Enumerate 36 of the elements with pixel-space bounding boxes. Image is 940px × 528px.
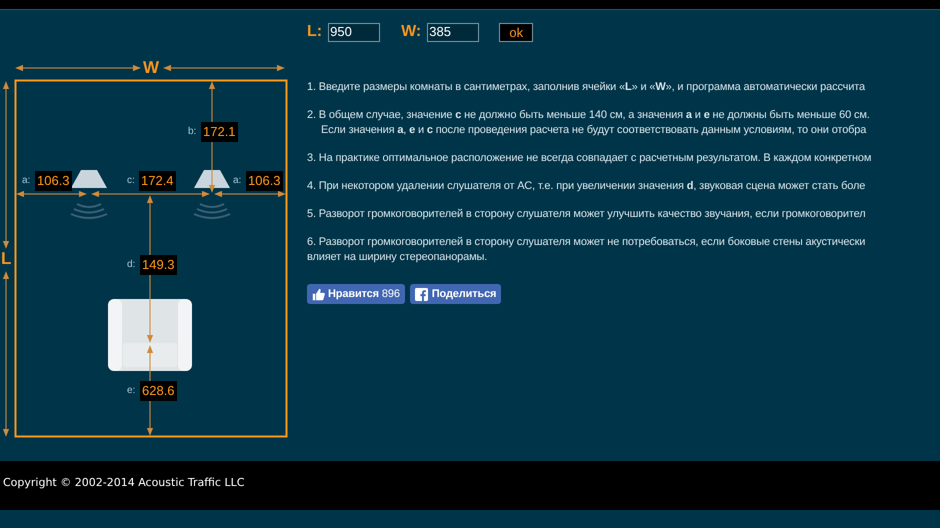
- share-button[interactable]: Поделиться: [410, 284, 502, 304]
- length-label: L: [1, 249, 12, 269]
- instruction-text: 1. Введите размеры комнаты в сантиметрах, заполнив ячейки «L» и «W», и программа автоматически рассчита: [307, 80, 866, 95]
- measurement-value: 172.1: [201, 122, 238, 142]
- field-label: W:: [401, 22, 422, 42]
- instruction-text: 3. На практике оптимальное расположение не всегда совпадает с расчетным результатом. В каждом конкретном: [307, 151, 872, 166]
- input-field[interactable]: 385: [427, 22, 480, 42]
- instruction-text: 2. В общем случае, значение c не должно быть меньше 140 см, а значения a и e не должны быть меньше 60 см.: [307, 108, 871, 123]
- instruction-text: 6. Разворот громкоговорителей в сторону слушателя может не потребоваться, если боковые стены акустически: [307, 235, 866, 250]
- measurement-value: 628.6: [140, 381, 177, 401]
- field-label: L:: [307, 22, 322, 42]
- measurement-value: 172.4: [139, 171, 176, 191]
- instruction-text: влияет на ширину стереопанорамы.: [307, 250, 488, 265]
- instruction-text: Если значения a, e и c после проведения расчета не будут соответствовать данным условиям, то они отобра: [320, 123, 868, 138]
- copyright-text: Copyright © 2002-2014 Acoustic Traffic LLC: [3, 476, 244, 489]
- measurement-label: d:: [127, 258, 136, 272]
- measurement-value: 106.3: [246, 171, 283, 191]
- measurement-label: a:: [22, 174, 30, 188]
- speaker-icon: [70, 170, 108, 219]
- ok-button[interactable]: ok: [499, 22, 534, 42]
- speaker-icon: [193, 170, 231, 219]
- measurement-value: 149.3: [140, 255, 177, 275]
- input-field[interactable]: 950: [328, 22, 380, 42]
- instruction-text: 4. При некотором удалении слушателя от АС, т.е. при увеличении значения d, звуковая сцена может стать боле: [307, 179, 866, 194]
- thumbs-up-icon: [312, 288, 325, 300]
- width-label: W: [143, 58, 160, 78]
- like-button[interactable]: Нравится 896: [307, 284, 405, 304]
- measurement-label: c:: [127, 174, 135, 188]
- dimension-arrow: [16, 190, 87, 198]
- facebook-icon: [414, 288, 428, 300]
- measurement-label: a:: [233, 174, 242, 188]
- instruction-text: 5. Разворот громкоговорителей в сторону слушателя может улучшить качество звучания, если громкоговорител: [307, 207, 866, 222]
- like-count: 896: [382, 286, 400, 302]
- measurement-value: 106.3: [35, 171, 72, 191]
- measurement-label: e:: [127, 384, 136, 398]
- measurement-label: b:: [188, 125, 196, 139]
